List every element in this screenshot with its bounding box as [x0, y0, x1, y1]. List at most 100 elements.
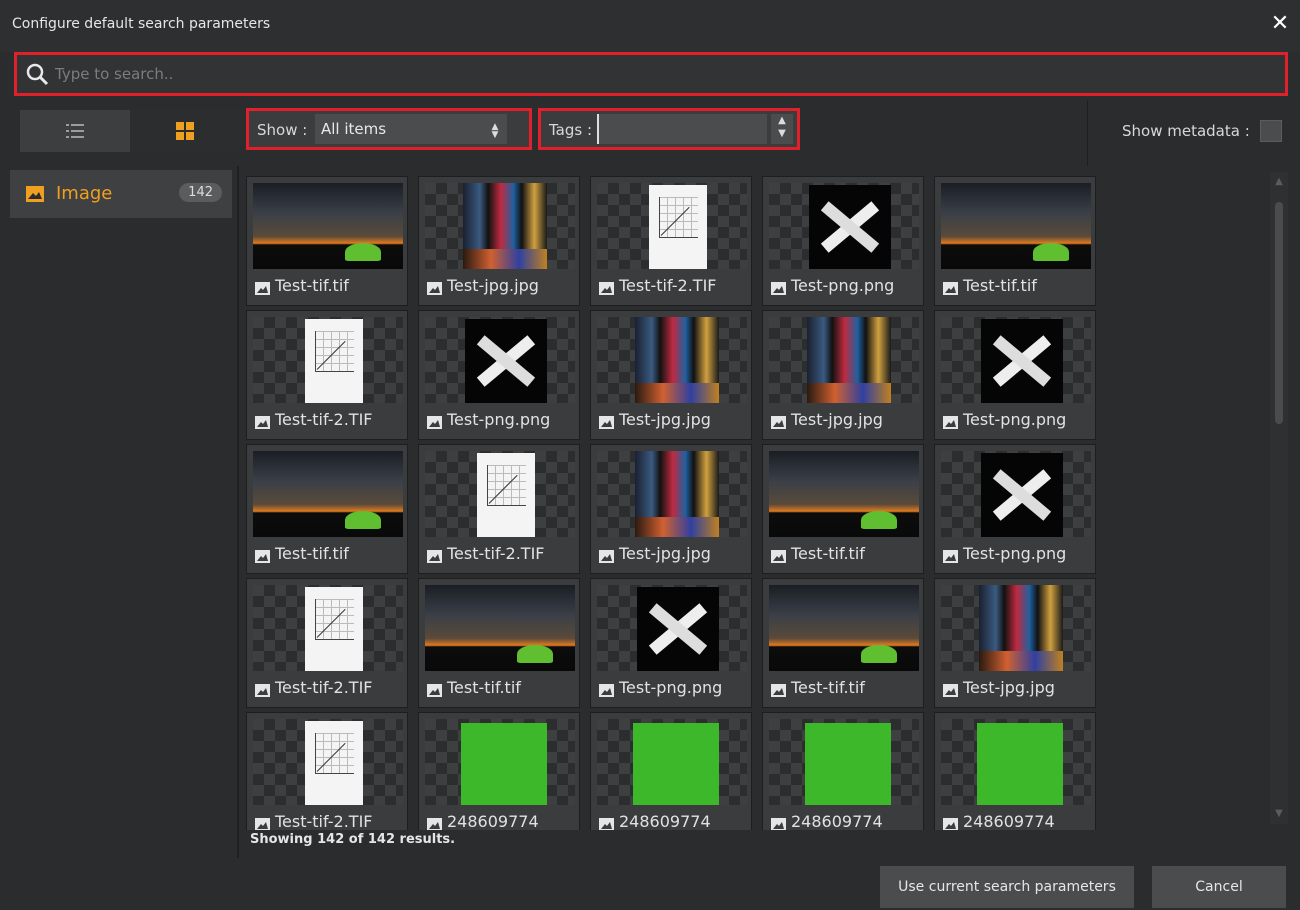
- result-tile[interactable]: Test-tif.tif: [762, 444, 924, 574]
- thumbnail-image: [769, 585, 919, 671]
- image-icon: [771, 818, 786, 830]
- result-tile[interactable]: 248609774: [762, 712, 924, 830]
- thumbnail: [425, 719, 575, 805]
- sidebar-item-image[interactable]: Image 142: [10, 170, 232, 218]
- result-tile[interactable]: Test-tif-2.TIF: [418, 444, 580, 574]
- thumbnail: [253, 719, 403, 805]
- thumbnail-image: [463, 183, 547, 269]
- tile-label: Test-tif-2.TIF: [275, 678, 373, 697]
- grid-icon: [176, 122, 194, 140]
- use-current-parameters-button[interactable]: Use current search parameters: [880, 866, 1134, 908]
- thumbnail: [941, 183, 1091, 269]
- result-tile[interactable]: Test-jpg.jpg: [590, 444, 752, 574]
- cancel-button[interactable]: Cancel: [1152, 866, 1286, 908]
- thumbnail: [253, 183, 403, 269]
- thumbnail: [425, 183, 575, 269]
- result-tile[interactable]: Test-tif.tif: [246, 444, 408, 574]
- thumbnail-image: [769, 451, 919, 537]
- thumbnail-image: [981, 453, 1063, 537]
- result-tile[interactable]: Test-tif-2.TIF: [246, 310, 408, 440]
- show-metadata-checkbox[interactable]: [1260, 120, 1282, 142]
- show-filter: Show : All items ▲ ▼: [246, 108, 532, 150]
- tags-input[interactable]: [597, 114, 767, 144]
- result-tile[interactable]: Test-png.png: [934, 310, 1096, 440]
- result-tile[interactable]: 248609774: [590, 712, 752, 830]
- thumbnail-image: [305, 319, 363, 403]
- title-bar: Configure default search parameters ✕: [0, 0, 1300, 52]
- scrollbar[interactable]: ▲ ▼: [1270, 172, 1288, 824]
- tile-label: Test-tif.tif: [275, 276, 349, 295]
- thumbnail: [253, 451, 403, 537]
- thumbnail-image: [425, 585, 575, 671]
- result-tile[interactable]: Test-png.png: [762, 176, 924, 306]
- thumbnail-image: [635, 451, 719, 537]
- scroll-up-icon[interactable]: ▲: [1273, 176, 1285, 188]
- tile-label: Test-tif.tif: [791, 544, 865, 563]
- thumbnail: [941, 719, 1091, 805]
- tile-label: Test-tif-2.TIF: [619, 276, 717, 295]
- image-icon: [599, 818, 614, 830]
- image-icon: [255, 550, 270, 563]
- thumbnail: [425, 451, 575, 537]
- tile-label: Test-tif-2.TIF: [447, 544, 545, 563]
- sidebar-divider: [237, 166, 239, 858]
- grid-view-button[interactable]: [130, 110, 240, 152]
- thumbnail-image: [637, 587, 719, 671]
- thumbnail-image: [979, 585, 1063, 671]
- thumbnail-image: [465, 319, 547, 403]
- scroll-thumb[interactable]: [1275, 202, 1283, 424]
- show-select[interactable]: All items ▲ ▼: [315, 114, 507, 144]
- image-icon: [599, 282, 614, 295]
- thumbnail-image: [477, 453, 535, 537]
- toolbar: Show : All items ▲ ▼ Tags : ▲ ▼ Show metad…: [0, 100, 1300, 166]
- result-tile[interactable]: 248609774: [418, 712, 580, 830]
- result-tile[interactable]: Test-tif.tif: [418, 578, 580, 708]
- thumbnail-image: [635, 317, 719, 403]
- results-grid: Test-tif.tif Test-jpg.jpg Test-tif-2.TIF Te…: [240, 166, 1270, 830]
- sidebar-item-label: Image: [56, 183, 113, 204]
- image-icon: [943, 818, 958, 830]
- result-tile[interactable]: 248609774: [934, 712, 1096, 830]
- search-input[interactable]: [53, 59, 1257, 89]
- result-tile[interactable]: Test-png.png: [590, 578, 752, 708]
- tile-label: Test-png.png: [963, 544, 1067, 563]
- image-icon: [427, 550, 442, 563]
- tile-label: 248609774: [447, 812, 539, 830]
- result-tile[interactable]: Test-jpg.jpg: [590, 310, 752, 440]
- tile-label: Test-tif.tif: [275, 544, 349, 563]
- image-icon: [943, 282, 958, 295]
- thumbnail-image: [809, 185, 891, 269]
- tile-label: Test-jpg.jpg: [447, 276, 539, 295]
- result-tile[interactable]: Test-png.png: [418, 310, 580, 440]
- result-tile[interactable]: Test-jpg.jpg: [934, 578, 1096, 708]
- thumbnail-image: [305, 721, 363, 805]
- show-label: Show :: [257, 121, 308, 139]
- result-tile[interactable]: Test-tif.tif: [934, 176, 1096, 306]
- result-tile[interactable]: Test-tif-2.TIF: [246, 712, 408, 830]
- image-icon: [255, 818, 270, 830]
- thumbnail: [597, 317, 747, 403]
- spin-arrows-icon: ▲ ▼: [491, 122, 499, 140]
- tags-spin-icon[interactable]: ▲ ▼: [771, 114, 793, 144]
- thumbnail: [425, 585, 575, 671]
- result-tile[interactable]: Test-png.png: [934, 444, 1096, 574]
- image-icon: [943, 416, 958, 429]
- search-icon: [26, 63, 49, 86]
- result-tile[interactable]: Test-tif-2.TIF: [246, 578, 408, 708]
- result-tile[interactable]: Test-tif-2.TIF: [590, 176, 752, 306]
- thumbnail: [597, 183, 747, 269]
- tile-label: Test-jpg.jpg: [963, 678, 1055, 697]
- result-tile[interactable]: Test-jpg.jpg: [762, 310, 924, 440]
- result-tile[interactable]: Test-tif.tif: [246, 176, 408, 306]
- scroll-down-icon[interactable]: ▼: [1273, 808, 1285, 820]
- thumbnail: [941, 317, 1091, 403]
- list-view-button[interactable]: [20, 110, 130, 152]
- result-tile[interactable]: Test-tif.tif: [762, 578, 924, 708]
- image-icon: [771, 282, 786, 295]
- thumbnail: [769, 451, 919, 537]
- result-tile[interactable]: Test-jpg.jpg: [418, 176, 580, 306]
- tile-label: Test-png.png: [963, 410, 1067, 429]
- close-icon[interactable]: ✕: [1268, 12, 1292, 36]
- image-icon: [771, 416, 786, 429]
- thumbnail: [941, 585, 1091, 671]
